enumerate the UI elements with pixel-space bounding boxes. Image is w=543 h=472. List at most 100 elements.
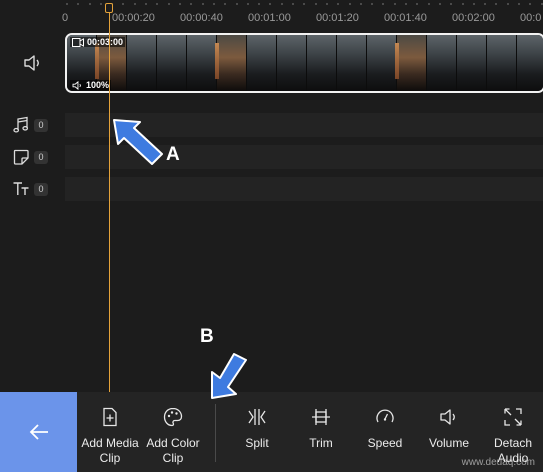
ruler-tick [269, 3, 271, 5]
ruler-tick [156, 3, 158, 5]
ruler-label-2m: 00:02:00 [452, 12, 495, 24]
ruler-tick [484, 3, 486, 5]
ruler-tick [405, 3, 407, 5]
trim-button[interactable]: Trim [286, 406, 356, 451]
add-color-clip-label: Add Color Clip [146, 436, 200, 465]
ruler-tick [145, 3, 147, 5]
ruler-tick [371, 3, 373, 5]
ruler-tick [100, 3, 102, 5]
speedometer-icon [376, 409, 394, 423]
text-track-count: 0 [34, 183, 48, 196]
ruler-tick [168, 3, 170, 5]
ruler-label-partial: 00:0 [520, 12, 542, 24]
annotation-arrow-a [113, 119, 163, 165]
volume-icon [440, 409, 455, 425]
ruler-tick [462, 3, 464, 5]
ruler-label-40s: 00:00:40 [180, 12, 223, 24]
audio-track-count: 0 [34, 119, 48, 132]
frame-figure [215, 43, 219, 79]
video-camera-icon [72, 37, 84, 47]
arrow-left-icon [29, 424, 48, 440]
clip-duration-badge: 00:03:00 [70, 37, 126, 47]
ruler-tick [190, 3, 192, 5]
ruler-label-1m40: 00:01:40 [384, 12, 427, 24]
sticker-icon[interactable] [12, 148, 30, 166]
frame-figure [395, 43, 399, 79]
ruler-tick [428, 3, 430, 5]
trim-label: Trim [309, 436, 333, 450]
clip-thumbnails [67, 35, 543, 91]
sticker-track: 0 [0, 145, 543, 169]
ruler-tick [66, 3, 68, 5]
ruler-tick [349, 3, 351, 5]
ruler-tick [439, 3, 441, 5]
ruler-tick [89, 3, 91, 5]
ruler-tick [394, 3, 396, 5]
ruler-tick [529, 3, 531, 5]
ruler-tick [416, 3, 418, 5]
ruler-label-1m20: 00:01:20 [316, 12, 359, 24]
text-track: 0 [0, 177, 543, 201]
ruler-tick [450, 3, 452, 5]
annotation-arrow-b [211, 353, 247, 399]
ruler-tick [224, 3, 226, 5]
ruler-tick [247, 3, 249, 5]
ruler-label-1m: 00:01:00 [248, 12, 291, 24]
volume-button[interactable]: Volume [414, 406, 484, 451]
back-button[interactable] [0, 392, 77, 472]
ruler-tick [236, 3, 238, 5]
ruler-tick [292, 3, 294, 5]
add-media-clip-label: Add Media Clip [81, 436, 139, 465]
speaker-icon[interactable] [22, 54, 44, 72]
ruler-tick [507, 3, 509, 5]
add-media-clip-button[interactable]: Add Media Clip [75, 406, 145, 466]
speed-label: Speed [367, 436, 403, 450]
split-icon [248, 409, 266, 425]
watermark: www.deuaq.com [461, 457, 535, 468]
ruler-tick [303, 3, 305, 5]
add-file-icon [103, 407, 117, 427]
playhead-handle[interactable] [105, 3, 113, 13]
frame-figure [95, 43, 99, 79]
toolbar-divider [215, 404, 216, 462]
timeline-ruler[interactable]: 0 00:00:20 00:00:40 00:01:00 00:01:20 00… [0, 0, 543, 28]
annotation-label-b: B [200, 326, 214, 347]
trim-icon [312, 409, 330, 425]
sticker-track-count: 0 [34, 151, 48, 164]
ruler-tick [495, 3, 497, 5]
ruler-tick [134, 3, 136, 5]
clip-volume-text: 100% [86, 80, 110, 90]
palette-icon [163, 407, 183, 427]
clip-volume-badge: 100% [70, 80, 112, 90]
split-label: Split [245, 436, 269, 450]
ruler-tick [179, 3, 181, 5]
ruler-tick [122, 3, 124, 5]
annotation-label-a: A [166, 144, 180, 165]
text-track-lane[interactable] [65, 177, 543, 201]
ruler-tick [202, 3, 204, 5]
video-clip[interactable]: 00:03:00 100% [65, 33, 543, 93]
ruler-tick [473, 3, 475, 5]
ruler-label-0: 0 [62, 12, 69, 24]
ruler-tick [315, 3, 317, 5]
ruler-tick [382, 3, 384, 5]
ruler-tick [258, 3, 260, 5]
ruler-label-20s: 00:00:20 [112, 12, 155, 24]
ruler-tick [77, 3, 79, 5]
split-button[interactable]: Split [222, 406, 292, 451]
playhead[interactable] [109, 8, 110, 392]
music-note-icon[interactable] [12, 116, 30, 134]
audio-track: 0 [0, 113, 543, 137]
ruler-tick [518, 3, 520, 5]
clip-duration-text: 00:03:00 [87, 37, 124, 47]
detach-icon [504, 408, 522, 426]
speaker-icon [72, 80, 81, 90]
ruler-tick [337, 3, 339, 5]
ruler-tick [281, 3, 283, 5]
ruler-tick [326, 3, 328, 5]
volume-label: Volume [428, 436, 470, 450]
text-icon[interactable] [12, 180, 30, 198]
speed-button[interactable]: Speed [350, 406, 420, 451]
add-color-clip-button[interactable]: Add Color Clip [138, 406, 208, 466]
ruler-tick [360, 3, 362, 5]
